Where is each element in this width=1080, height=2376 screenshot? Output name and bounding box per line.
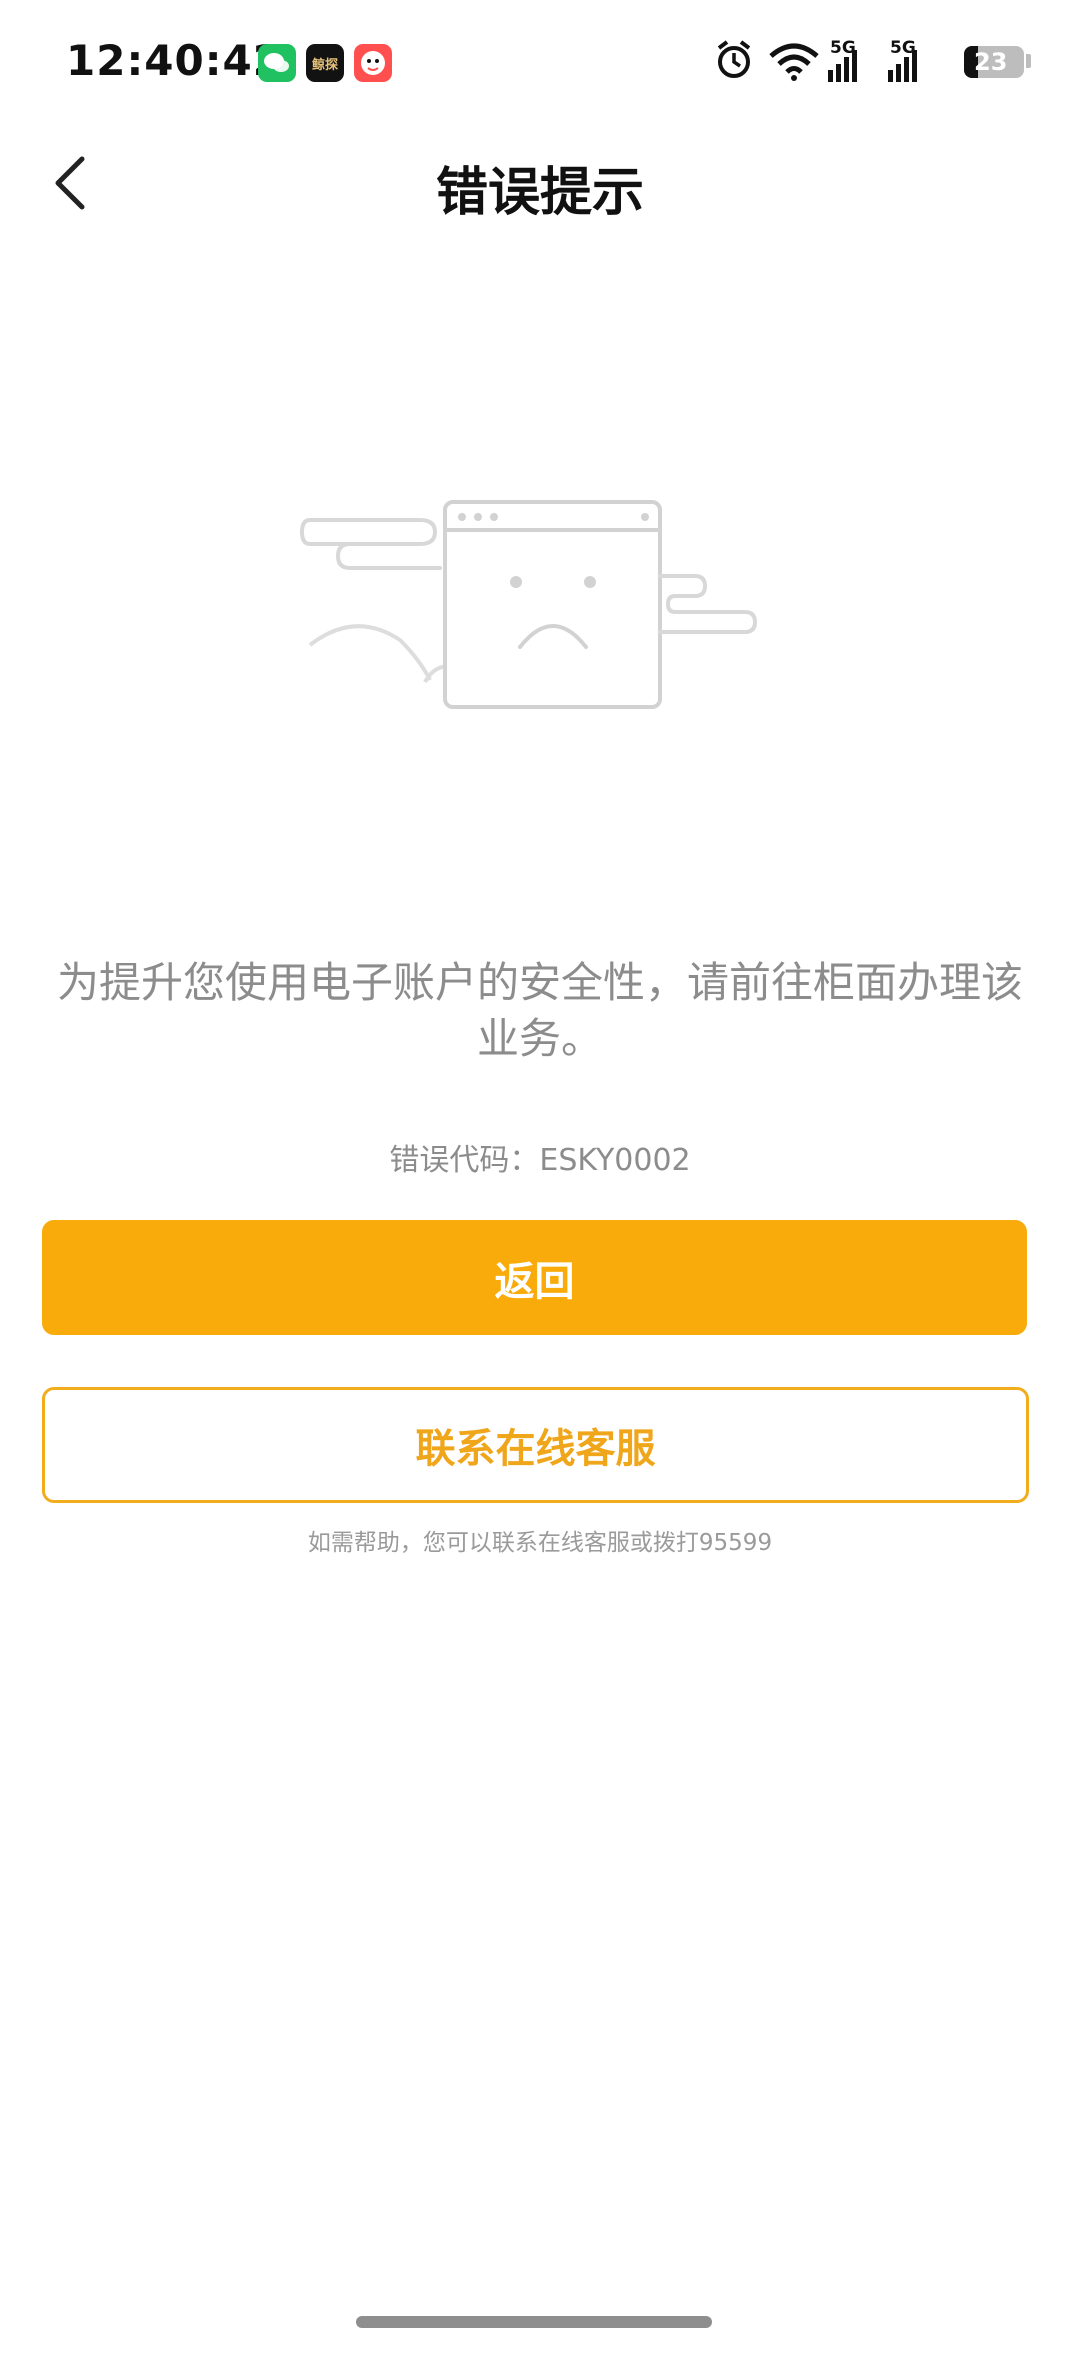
- status-bar: 12:40:42 鲸探 5G 5G 23: [0, 0, 1080, 120]
- wechat-icon: [258, 44, 296, 82]
- contact-support-button[interactable]: 联系在线客服: [42, 1387, 1029, 1503]
- home-indicator[interactable]: [356, 2316, 712, 2328]
- status-time: 12:40:42: [66, 36, 283, 85]
- wifi-icon: [769, 43, 819, 81]
- page-title: 错误提示: [435, 163, 644, 223]
- alarm-icon: [717, 40, 751, 78]
- red-app-icon: [354, 44, 392, 82]
- error-illustration-icon: [300, 500, 758, 709]
- battery-tip: [1026, 54, 1031, 68]
- status-icons: 5G 5G 23: [714, 38, 1044, 88]
- dark-app-label: 鲸探: [311, 57, 338, 73]
- battery-level: 23: [974, 48, 1008, 76]
- error-message: 为提升您使用电子账户的安全性，请前往柜面办理该业务。: [56, 958, 1023, 1063]
- back-action-button[interactable]: 返回: [42, 1220, 1027, 1335]
- error-code: 错误代码：ESKY0002: [389, 1143, 691, 1178]
- signal-2-icon: [888, 50, 917, 82]
- help-text: 如需帮助，您可以联系在线客服或拨打95599: [307, 1530, 773, 1556]
- dark-app-icon: 鲸探: [306, 44, 344, 82]
- signal-1-icon: [828, 50, 857, 82]
- navigation-bar: 错误提示: [0, 120, 1080, 246]
- battery-icon: 23: [964, 46, 1024, 78]
